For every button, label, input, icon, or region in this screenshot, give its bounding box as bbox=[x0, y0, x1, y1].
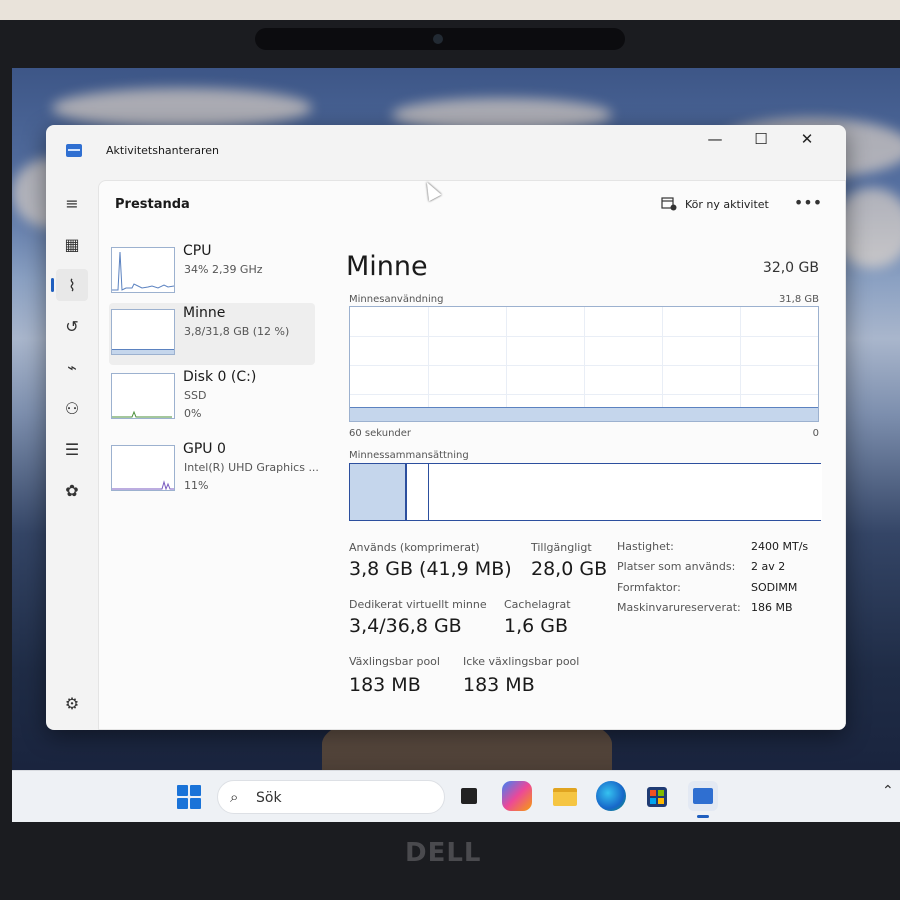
device-detail: 0% bbox=[184, 407, 202, 420]
taskbar: ⌕ Sök ⌃ bbox=[12, 770, 900, 822]
nav-rail: ≡ ▦ ⌇ ↺ ⌁ ⚇ ☰ ✿ ⚙ bbox=[46, 175, 98, 730]
performance-page: Prestanda Kör ny aktivitet ••• CPU 34% 2… bbox=[98, 180, 846, 730]
users-icon[interactable]: ⚇ bbox=[56, 392, 88, 424]
window-title: Aktivitetshanteraren bbox=[106, 144, 220, 157]
close-button[interactable]: ✕ bbox=[784, 125, 830, 153]
free-segment bbox=[430, 464, 822, 520]
device-item-gpu[interactable]: GPU 0 Intel(R) UHD Graphics ... 11% bbox=[109, 439, 319, 501]
copilot-icon[interactable] bbox=[502, 781, 532, 811]
taskbar-search[interactable]: ⌕ Sök bbox=[217, 780, 445, 814]
device-name: Disk 0 (C:) bbox=[183, 369, 257, 385]
detail-value: 186 MB bbox=[751, 601, 793, 614]
stat-label: Växlingsbar pool bbox=[349, 655, 440, 668]
stat-value: 28,0 GB bbox=[531, 558, 608, 580]
usage-fill bbox=[350, 407, 818, 421]
edge-browser-icon[interactable] bbox=[596, 781, 626, 811]
time-axis-label: 60 sekunder bbox=[349, 428, 412, 439]
device-detail: SSD bbox=[184, 389, 207, 402]
details-icon[interactable]: ☰ bbox=[56, 433, 88, 465]
detail-label: Maskinvarureserverat: bbox=[617, 601, 741, 614]
cpu-thumbnail bbox=[111, 247, 175, 293]
device-item-disk[interactable]: Disk 0 (C:) SSD 0% bbox=[109, 367, 315, 429]
stat-label: Icke växlingsbar pool bbox=[463, 655, 580, 668]
chevron-up-icon[interactable]: ⌃ bbox=[882, 783, 894, 799]
file-explorer-icon[interactable] bbox=[550, 781, 580, 811]
startup-icon[interactable]: ⌁ bbox=[56, 351, 88, 383]
start-button[interactable] bbox=[177, 785, 201, 809]
stat-label: Dedikerat virtuellt minne bbox=[349, 598, 487, 611]
webcam bbox=[255, 28, 625, 50]
run-new-task-button[interactable]: Kör ny aktivitet bbox=[661, 191, 769, 217]
disk-thumbnail bbox=[111, 373, 175, 419]
task-manager-window: Aktivitetshanteraren — ☐ ✕ ≡ ▦ ⌇ ↺ ⌁ ⚇ ☰… bbox=[46, 125, 846, 730]
device-detail: 3,8/31,8 GB (12 %) bbox=[184, 325, 290, 338]
search-placeholder: Sök bbox=[256, 790, 282, 806]
detail-value: SODIMM bbox=[751, 581, 798, 594]
device-detail: 34% 2,39 GHz bbox=[184, 263, 263, 276]
app-history-icon[interactable]: ↺ bbox=[56, 310, 88, 342]
minimize-button[interactable]: — bbox=[692, 125, 738, 153]
composition-label: Minnessammansättning bbox=[349, 450, 469, 461]
detail-label: Platser som används: bbox=[617, 560, 736, 573]
detail-value: 2400 MT/s bbox=[751, 540, 809, 553]
stat-label: Tillgängligt bbox=[531, 541, 592, 554]
memory-title: Minne bbox=[346, 251, 428, 282]
run-task-label: Kör ny aktivitet bbox=[685, 197, 769, 211]
stat-value: 1,6 GB bbox=[504, 615, 569, 637]
memory-panel: Minne 32,0 GB Minnesanvändning 31,8 GB 6… bbox=[341, 231, 822, 730]
menu-icon[interactable]: ≡ bbox=[56, 187, 88, 219]
usage-graph-max: 31,8 GB bbox=[778, 294, 819, 305]
stat-value: 3,8 GB (41,9 MB) bbox=[349, 558, 512, 580]
device-name: Minne bbox=[183, 305, 226, 321]
in-use-segment bbox=[350, 464, 407, 520]
stat-value: 183 MB bbox=[463, 674, 535, 696]
task-manager-icon bbox=[66, 144, 82, 157]
memory-usage-graph bbox=[349, 306, 819, 422]
maximize-button[interactable]: ☐ bbox=[738, 125, 784, 153]
page-header: Prestanda Kör ny aktivitet ••• bbox=[99, 181, 846, 227]
memory-composition-bar bbox=[349, 463, 822, 521]
device-item-memory[interactable]: Minne 3,8/31,8 GB (12 %) bbox=[109, 303, 315, 365]
usage-graph-label: Minnesanvändning bbox=[349, 294, 444, 305]
run-task-icon bbox=[661, 197, 677, 211]
device-name: CPU bbox=[183, 243, 212, 259]
time-axis-min: 0 bbox=[812, 428, 819, 439]
laptop-brand-logo: DELL bbox=[405, 838, 482, 868]
device-detail: 11% bbox=[184, 479, 209, 492]
more-options-button[interactable]: ••• bbox=[794, 189, 822, 215]
title-bar[interactable]: Aktivitetshanteraren — ☐ ✕ bbox=[46, 125, 846, 175]
memory-thumbnail bbox=[111, 309, 175, 355]
device-item-cpu[interactable]: CPU 34% 2,39 GHz bbox=[109, 241, 315, 303]
stat-label: Används (komprimerat) bbox=[349, 541, 480, 554]
detail-label: Hastighet: bbox=[617, 540, 674, 553]
task-manager-taskbar-icon[interactable] bbox=[688, 781, 718, 818]
device-name: GPU 0 bbox=[183, 441, 226, 457]
detail-value: 2 av 2 bbox=[751, 560, 786, 573]
page-title: Prestanda bbox=[115, 197, 190, 212]
modified-segment bbox=[407, 464, 429, 520]
search-icon: ⌕ bbox=[230, 788, 239, 806]
performance-icon[interactable]: ⌇ bbox=[51, 269, 88, 301]
device-detail: Intel(R) UHD Graphics ... bbox=[184, 461, 319, 474]
memory-total: 32,0 GB bbox=[762, 260, 819, 276]
detail-label: Formfaktor: bbox=[617, 581, 681, 594]
stat-value: 3,4/36,8 GB bbox=[349, 615, 462, 637]
processes-icon[interactable]: ▦ bbox=[56, 228, 88, 260]
stat-value: 183 MB bbox=[349, 674, 421, 696]
gpu-thumbnail bbox=[111, 445, 175, 491]
settings-icon[interactable]: ⚙ bbox=[56, 687, 88, 719]
services-icon[interactable]: ✿ bbox=[56, 474, 88, 506]
task-view-icon[interactable] bbox=[454, 781, 484, 811]
stat-label: Cachelagrat bbox=[504, 598, 571, 611]
microsoft-store-icon[interactable] bbox=[642, 781, 672, 811]
